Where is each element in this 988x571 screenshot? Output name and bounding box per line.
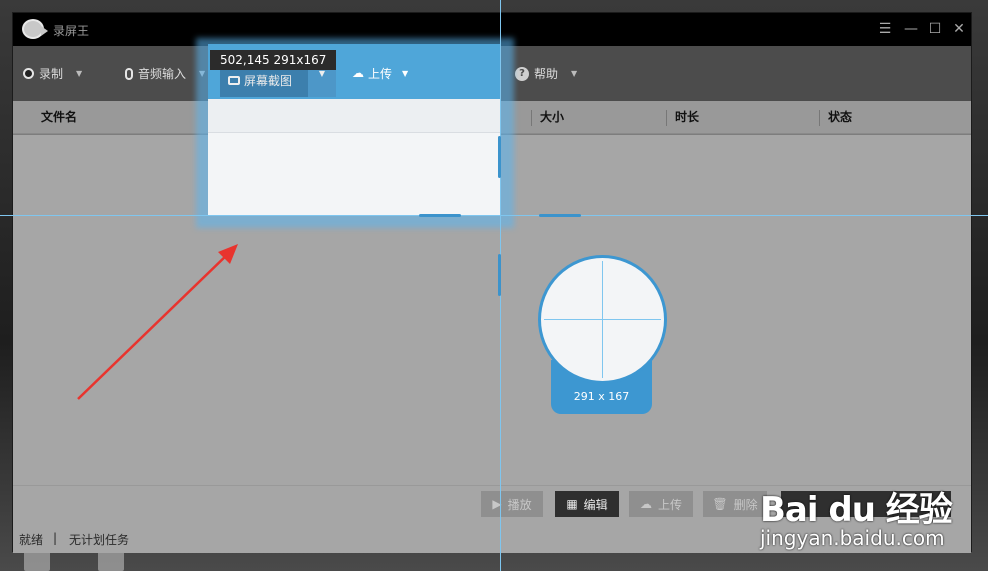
trash-icon: 🗑 xyxy=(712,497,728,511)
chevron-down-icon[interactable]: ▼ xyxy=(76,69,82,78)
audio-input-button[interactable]: 音频输入 ▼ xyxy=(125,46,205,101)
magnifier-crosshair-v xyxy=(602,261,603,378)
selection-region[interactable] xyxy=(208,99,500,216)
screenshot-label: 屏幕截图 xyxy=(244,73,293,88)
film-edit-icon: ▦ xyxy=(566,497,578,511)
magnifier xyxy=(538,255,667,384)
resize-handle[interactable] xyxy=(539,214,581,217)
cloud-upload-icon: ☁ xyxy=(639,497,652,511)
resize-handle-right[interactable] xyxy=(498,136,501,178)
column-size[interactable]: 大小 xyxy=(540,101,564,134)
cloud-upload-icon: ☁ xyxy=(352,66,364,80)
audio-input-label: 音频输入 xyxy=(138,67,187,81)
edit-button[interactable]: ▦ 编辑 xyxy=(555,491,619,517)
desktop-file-icon[interactable] xyxy=(24,551,50,571)
window-title: 录屏王 xyxy=(53,24,90,38)
delete-button[interactable]: 🗑 删除 xyxy=(703,491,767,517)
coordinate-readout: 502,145 291x167 xyxy=(210,50,337,70)
status-separator: | xyxy=(53,531,58,545)
upload-label: 上传 xyxy=(368,66,393,81)
upload-button[interactable]: ☁ 上传 ▼ xyxy=(352,58,408,88)
minimize-icon[interactable]: — xyxy=(902,21,920,37)
edit-label: 编辑 xyxy=(583,497,608,512)
resize-handle[interactable] xyxy=(498,254,501,296)
camera-icon xyxy=(228,75,240,85)
column-status[interactable]: 状态 xyxy=(828,101,852,134)
help-icon: ? xyxy=(515,66,529,81)
close-icon[interactable]: ✕ xyxy=(950,21,968,37)
selection-header-row xyxy=(208,99,500,133)
maximize-icon[interactable]: ☐ xyxy=(926,21,944,37)
camera-icon xyxy=(22,19,48,39)
upload-action-button[interactable]: ☁ 上传 xyxy=(629,491,693,517)
status-state: 就绪 xyxy=(19,533,44,547)
play-button[interactable]: ▶ 播放 xyxy=(481,491,543,517)
chevron-down-icon[interactable]: ▼ xyxy=(571,69,577,78)
annotation-arrow-icon xyxy=(77,244,238,400)
watermark-logo: Bai du 经验 xyxy=(760,490,953,530)
column-divider xyxy=(819,110,820,126)
microphone-icon xyxy=(125,67,133,80)
upload-action-label: 上传 xyxy=(657,497,682,512)
crosshair-horizontal xyxy=(0,215,988,216)
play-label: 播放 xyxy=(507,497,532,512)
record-icon xyxy=(23,68,34,79)
column-divider xyxy=(531,110,532,126)
selection-size-label: 291 x 167 xyxy=(573,390,630,403)
column-filename[interactable]: 文件名 xyxy=(41,101,77,134)
menu-icon[interactable]: ☰ xyxy=(876,21,894,37)
resize-handle-bottom[interactable] xyxy=(419,214,461,217)
column-duration[interactable]: 时长 xyxy=(675,101,699,134)
scheduled-task-status: 无计划任务 xyxy=(69,533,130,547)
baidu-watermark: Bai du 经验 jingyan.baidu.com xyxy=(760,482,953,550)
record-button[interactable]: 录制 ▼ xyxy=(23,46,82,101)
delete-label: 删除 xyxy=(733,497,758,512)
record-label: 录制 xyxy=(39,67,64,81)
column-divider xyxy=(666,110,667,126)
help-button[interactable]: ? 帮助 ▼ xyxy=(515,46,577,101)
chevron-down-icon[interactable]: ▼ xyxy=(402,69,408,78)
desktop-file-icon[interactable] xyxy=(98,551,124,571)
watermark-url: jingyan.baidu.com xyxy=(760,526,945,550)
help-label: 帮助 xyxy=(534,67,559,81)
